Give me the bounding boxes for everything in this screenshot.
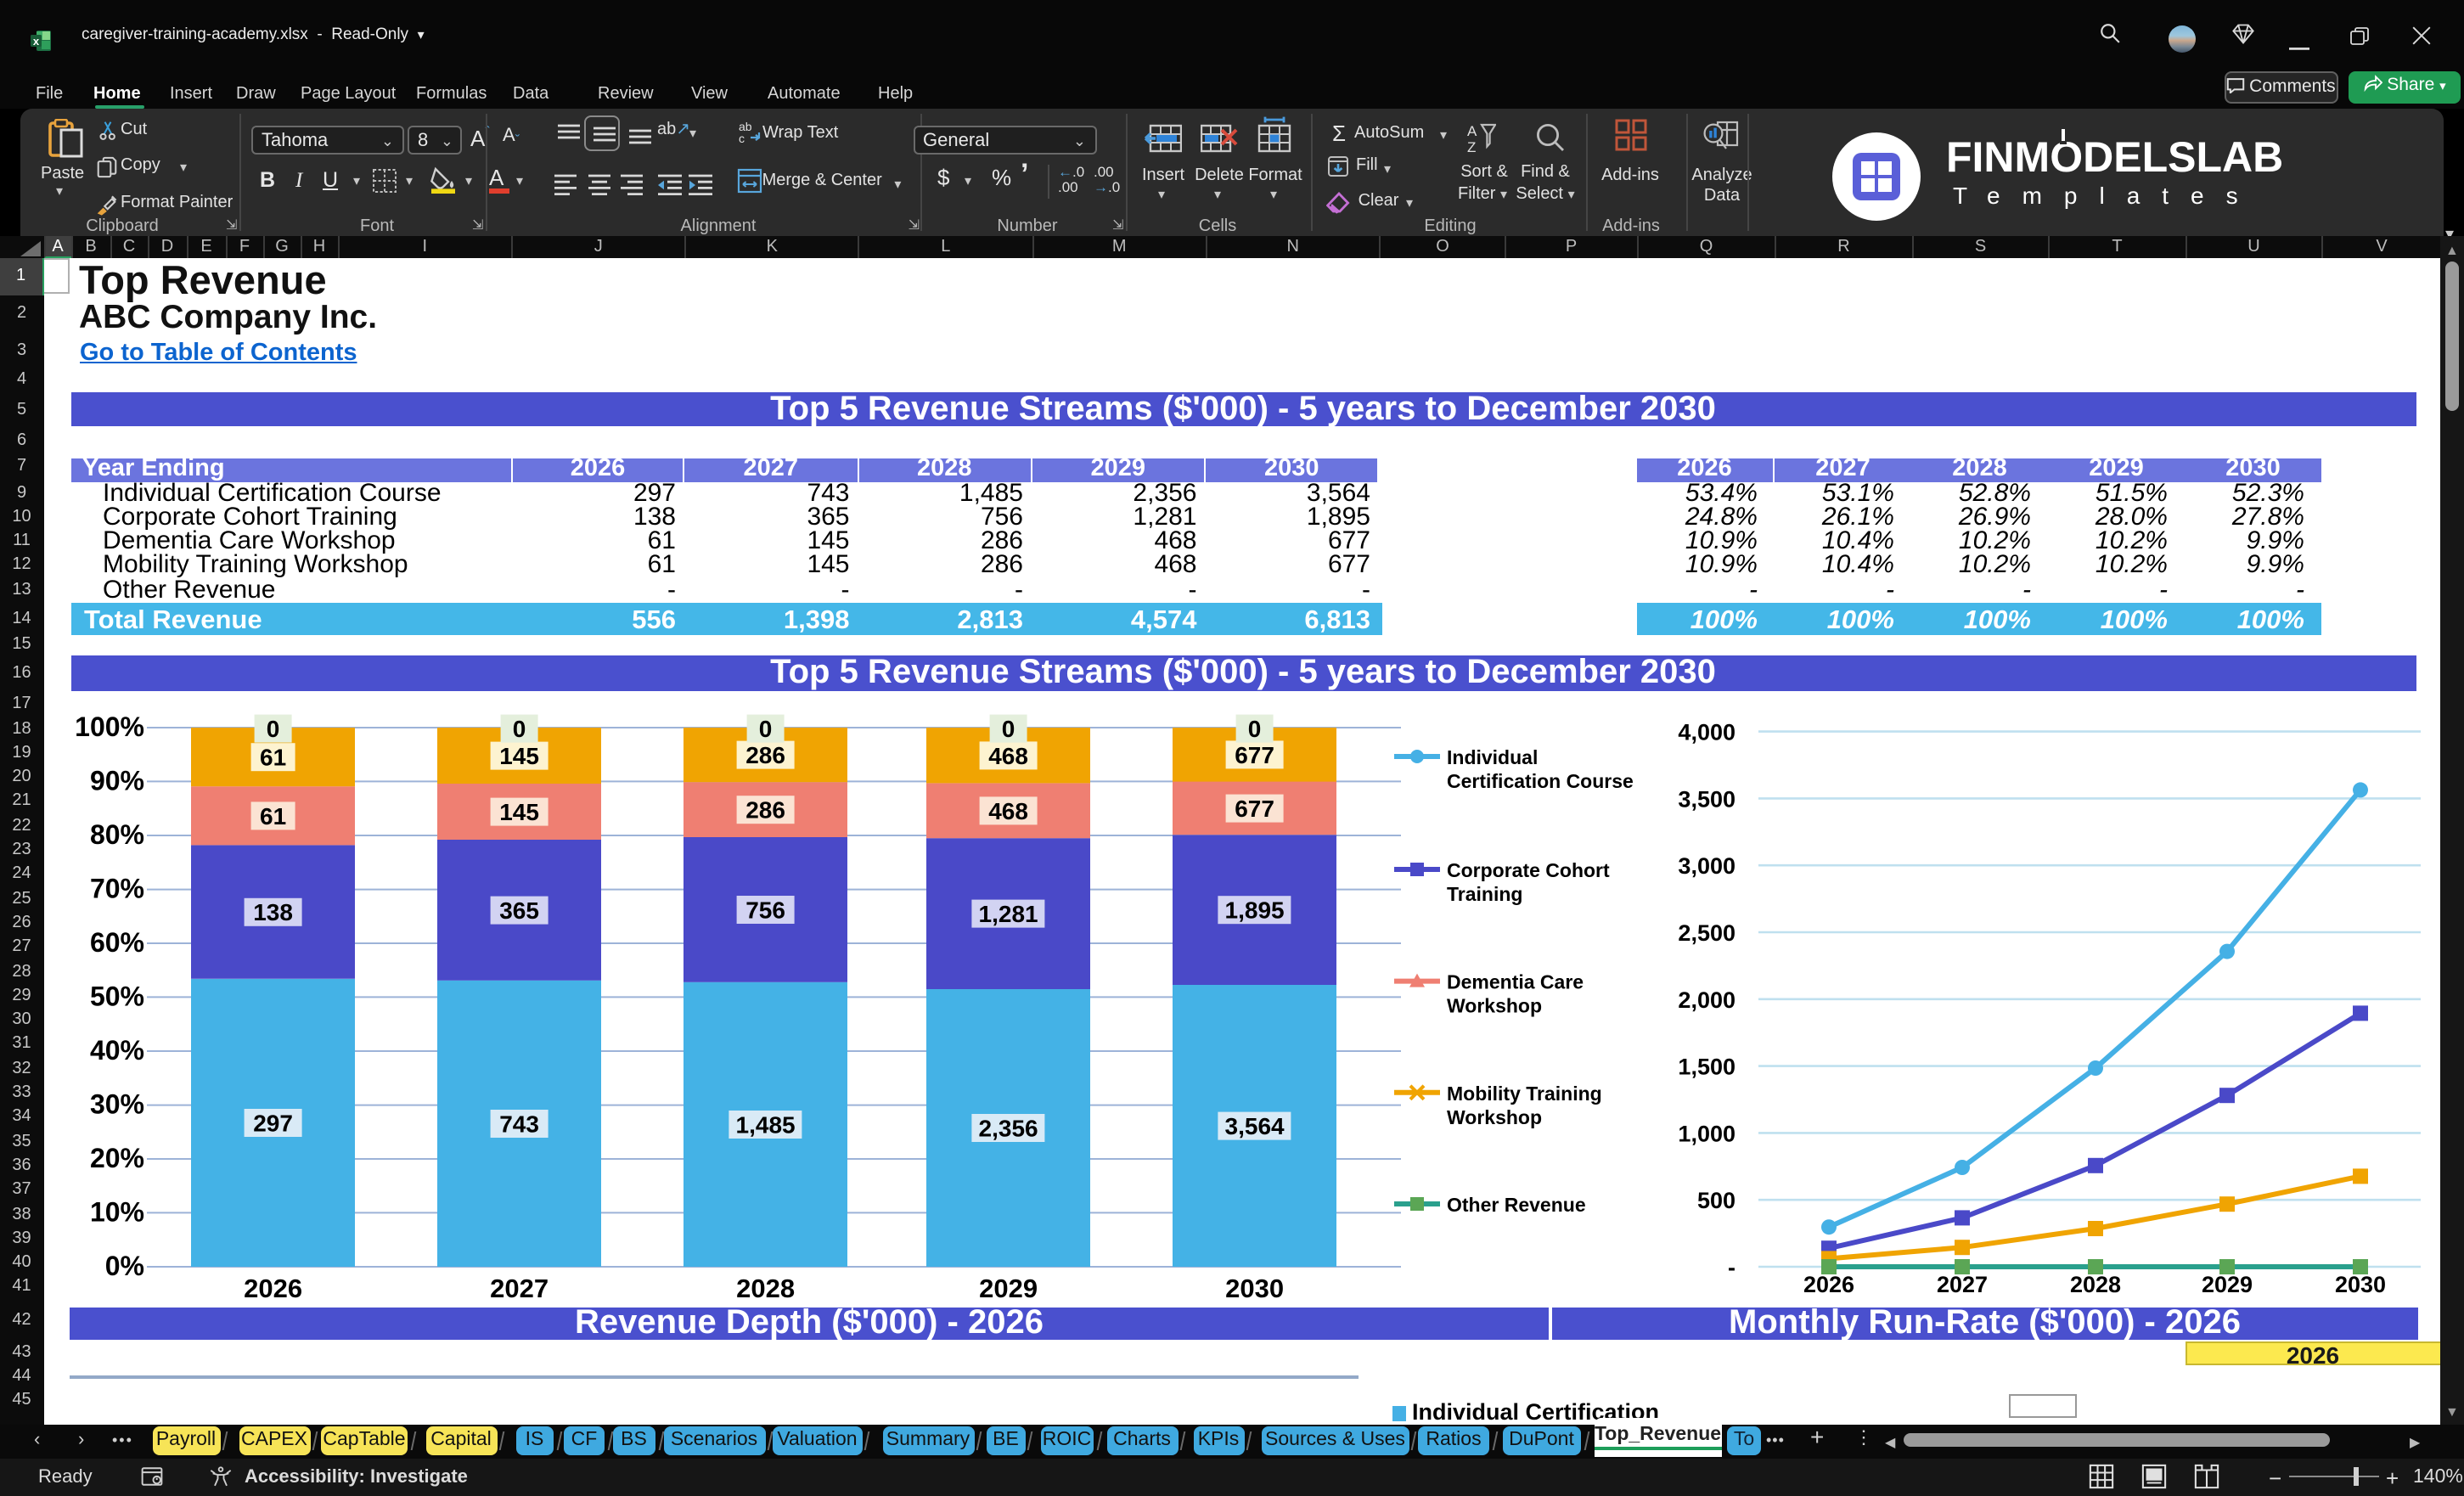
svg-text:A: A bbox=[1467, 122, 1477, 138]
svg-text:Individual: Individual bbox=[1446, 745, 1537, 768]
svg-text:70%: 70% bbox=[89, 873, 143, 903]
svg-text:297: 297 bbox=[252, 1109, 292, 1135]
svg-text:40%: 40% bbox=[89, 1034, 143, 1065]
svg-text:1,500: 1,500 bbox=[1677, 1054, 1735, 1079]
svg-text:Certification Course: Certification Course bbox=[1446, 769, 1633, 791]
svg-text:Other Revenue: Other Revenue bbox=[1446, 1193, 1585, 1215]
svg-text:2,356: 2,356 bbox=[978, 1114, 1038, 1140]
svg-text:90%: 90% bbox=[89, 764, 143, 795]
svg-text:468: 468 bbox=[987, 797, 1027, 824]
svg-text:0: 0 bbox=[266, 715, 279, 741]
svg-text:2030: 2030 bbox=[2334, 1271, 2385, 1296]
svg-text:2029: 2029 bbox=[2201, 1271, 2252, 1296]
svg-text:20%: 20% bbox=[89, 1142, 143, 1173]
svg-text:2026: 2026 bbox=[243, 1273, 301, 1302]
svg-text:60%: 60% bbox=[89, 926, 143, 957]
svg-text:677: 677 bbox=[1234, 795, 1274, 821]
svg-text:Z: Z bbox=[1467, 138, 1476, 152]
svg-text:100%: 100% bbox=[74, 711, 143, 741]
svg-text:2029: 2029 bbox=[978, 1273, 1037, 1302]
svg-text:743: 743 bbox=[498, 1110, 538, 1136]
svg-text:2027: 2027 bbox=[1936, 1271, 1987, 1296]
svg-text:677: 677 bbox=[1234, 741, 1274, 768]
svg-text:1,281: 1,281 bbox=[978, 900, 1038, 926]
svg-text:30%: 30% bbox=[89, 1088, 143, 1119]
svg-text:1,000: 1,000 bbox=[1677, 1120, 1735, 1145]
svg-text:145: 145 bbox=[498, 798, 538, 824]
svg-text:61: 61 bbox=[259, 802, 285, 829]
svg-text:2026: 2026 bbox=[1803, 1271, 1854, 1296]
svg-text:4,000: 4,000 bbox=[1677, 719, 1735, 745]
svg-text:138: 138 bbox=[252, 898, 292, 925]
svg-text:3,564: 3,564 bbox=[1224, 1112, 1284, 1139]
svg-text:Training: Training bbox=[1446, 882, 1522, 904]
svg-text:0: 0 bbox=[1247, 715, 1261, 741]
svg-text:286: 286 bbox=[745, 741, 785, 768]
svg-text:10%: 10% bbox=[89, 1195, 143, 1226]
svg-text:3,500: 3,500 bbox=[1677, 785, 1735, 811]
svg-text:145: 145 bbox=[498, 742, 538, 768]
svg-text:2028: 2028 bbox=[735, 1273, 794, 1302]
svg-text:Corporate Cohort: Corporate Cohort bbox=[1446, 858, 1609, 880]
svg-text:x: x bbox=[33, 35, 40, 48]
svg-text:2027: 2027 bbox=[489, 1273, 548, 1302]
svg-text:2028: 2028 bbox=[2069, 1271, 2120, 1296]
svg-text:500: 500 bbox=[1696, 1187, 1735, 1212]
svg-text:468: 468 bbox=[987, 742, 1027, 768]
svg-text:50%: 50% bbox=[89, 980, 143, 1010]
svg-text:-: - bbox=[1727, 1254, 1735, 1279]
svg-text:61: 61 bbox=[259, 744, 285, 770]
svg-text:2030: 2030 bbox=[1224, 1273, 1283, 1302]
svg-text:0: 0 bbox=[758, 715, 772, 741]
svg-text:80%: 80% bbox=[89, 818, 143, 849]
svg-text:3,000: 3,000 bbox=[1677, 852, 1735, 878]
svg-text:c: c bbox=[739, 132, 745, 144]
svg-text:0: 0 bbox=[512, 715, 526, 741]
svg-text:Mobility Training: Mobility Training bbox=[1446, 1082, 1601, 1104]
svg-text:0: 0 bbox=[1001, 715, 1015, 741]
svg-text:756: 756 bbox=[745, 896, 785, 922]
svg-text:365: 365 bbox=[498, 897, 538, 923]
svg-text:Workshop: Workshop bbox=[1446, 1105, 1541, 1128]
svg-text:1,895: 1,895 bbox=[1224, 897, 1284, 923]
svg-text:1,485: 1,485 bbox=[735, 1111, 795, 1137]
svg-text:0%: 0% bbox=[104, 1250, 143, 1280]
svg-text:286: 286 bbox=[745, 796, 785, 823]
svg-text:Workshop: Workshop bbox=[1446, 994, 1541, 1016]
svg-text:Dementia Care: Dementia Care bbox=[1446, 970, 1583, 993]
svg-text:2,500: 2,500 bbox=[1677, 920, 1735, 945]
svg-text:2,000: 2,000 bbox=[1677, 987, 1735, 1012]
